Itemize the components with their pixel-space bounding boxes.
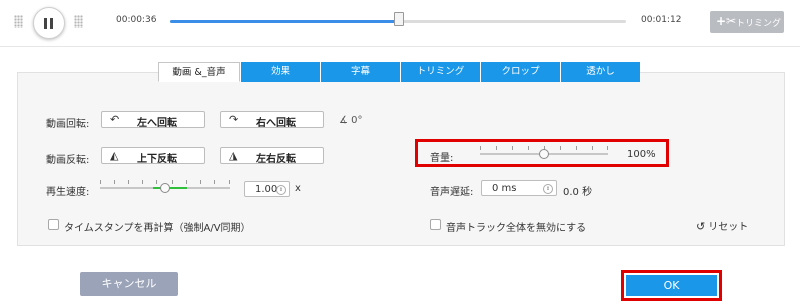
rotate-left-button[interactable]: ↶ 左へ回転 bbox=[101, 111, 205, 129]
timeline-progress bbox=[170, 20, 398, 23]
timeline-slider[interactable] bbox=[170, 12, 626, 26]
timestamp-checkbox[interactable] bbox=[48, 219, 59, 230]
tab-bar: 動画 &_音声 効果 字幕 トリミング クロップ 透かし bbox=[158, 62, 640, 82]
tab-crop[interactable]: クロップ bbox=[480, 62, 560, 82]
trim-button-label: トリミング bbox=[736, 19, 782, 29]
speed-label: 再生速度: bbox=[46, 187, 90, 198]
angle-icon: ∡ bbox=[339, 115, 352, 126]
timestamp-checkbox-label[interactable]: タイムスタンプを再計算（強制A/V同期） bbox=[64, 219, 251, 234]
audio-delay-readout: 0.0 秒 bbox=[563, 187, 593, 198]
tab-video-audio[interactable]: 動画 &_音声 bbox=[158, 62, 240, 82]
tab-effects[interactable]: 効果 bbox=[240, 62, 320, 82]
reset-link[interactable]: ↺ リセット bbox=[696, 218, 748, 233]
audio-delay-label: 音声遅延: bbox=[430, 187, 474, 198]
rotate-right-button[interactable]: ↷ 右へ回転 bbox=[220, 111, 324, 129]
audio-delay-input[interactable]: 0 ms ⇕ bbox=[481, 180, 557, 196]
drag-handle-icon[interactable] bbox=[14, 15, 23, 28]
total-time: 00:01:12 bbox=[641, 15, 682, 25]
pause-button[interactable] bbox=[33, 7, 65, 39]
flip-horizontal-button[interactable]: ◮ 左右反転 bbox=[220, 147, 324, 165]
speed-input[interactable]: 1.00 ⇕ bbox=[244, 181, 290, 197]
spinner-icon[interactable]: ⇕ bbox=[543, 184, 553, 194]
drag-handle-icon[interactable] bbox=[74, 15, 83, 28]
speed-unit: x bbox=[295, 183, 301, 194]
spinner-icon[interactable]: ⇕ bbox=[276, 185, 286, 195]
reset-icon: ↺ bbox=[696, 220, 706, 233]
ok-button[interactable]: OK bbox=[626, 275, 717, 296]
rotate-label: 動画回転: bbox=[46, 119, 90, 130]
tab-trim[interactable]: トリミング bbox=[400, 62, 480, 82]
current-time: 00:00:36 bbox=[116, 15, 157, 25]
tab-subtitles[interactable]: 字幕 bbox=[320, 62, 400, 82]
scissors-icon: +✂ bbox=[716, 14, 737, 28]
pause-icon bbox=[44, 18, 47, 29]
volume-highlight bbox=[415, 139, 669, 167]
timeline-handle[interactable] bbox=[394, 12, 404, 26]
flip-label: 動画反転: bbox=[46, 155, 90, 166]
ok-button-highlight: OK bbox=[621, 270, 722, 301]
flip-vertical-button[interactable]: ◭ 上下反転 bbox=[101, 147, 205, 165]
rotation-angle: ∡ 0° bbox=[339, 115, 363, 126]
cancel-button[interactable]: キャンセル bbox=[80, 272, 178, 296]
tab-watermark[interactable]: 透かし bbox=[560, 62, 640, 82]
disable-audio-checkbox[interactable] bbox=[430, 219, 441, 230]
speed-handle[interactable] bbox=[160, 183, 170, 193]
player-bar: 00:00:36 00:01:12 +✂ トリミング bbox=[0, 0, 800, 47]
trim-button[interactable]: +✂ トリミング bbox=[710, 11, 784, 33]
speed-range-fill bbox=[153, 187, 187, 189]
disable-audio-checkbox-label[interactable]: 音声トラック全体を無効にする bbox=[446, 219, 586, 234]
